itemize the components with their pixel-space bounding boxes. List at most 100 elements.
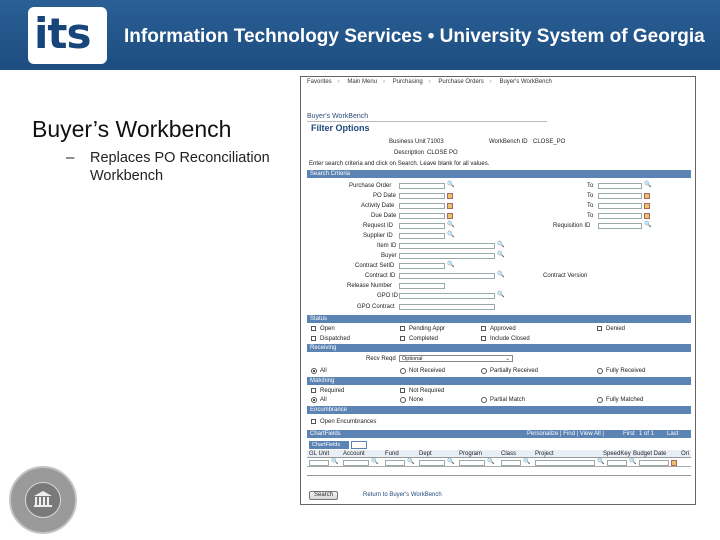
- due-date-to-input[interactable]: [598, 213, 642, 219]
- calendar-icon[interactable]: [644, 203, 650, 209]
- breadcrumb-item[interactable]: Favorites: [307, 79, 332, 85]
- buyer-input[interactable]: [399, 253, 495, 259]
- lookup-icon[interactable]: 🔍: [629, 459, 636, 465]
- calendar-icon[interactable]: [447, 203, 453, 209]
- approved-checkbox[interactable]: [481, 326, 486, 331]
- status-dispatched-label: Dispatched: [320, 336, 351, 342]
- gpo-contract-input[interactable]: [399, 304, 495, 310]
- budget-date-input[interactable]: [639, 460, 669, 466]
- grid-scrollbar[interactable]: [307, 475, 691, 476]
- tab-extra[interactable]: [351, 441, 367, 449]
- account-input[interactable]: [343, 460, 369, 466]
- open-checkbox[interactable]: [311, 326, 316, 331]
- calendar-icon[interactable]: [644, 193, 650, 199]
- partially-received-radio[interactable]: [481, 368, 487, 374]
- fully-received-radio[interactable]: [597, 368, 603, 374]
- chartfields-nav-links[interactable]: Personalize | Find | View All |: [527, 430, 604, 438]
- tab-chartfields[interactable]: ChartFields: [309, 441, 349, 449]
- fully-matched-label: Fully Matched: [606, 397, 644, 403]
- open-encumbrances-label: Open Encumbrances: [320, 419, 377, 425]
- lookup-icon[interactable]: 🔍: [371, 459, 378, 465]
- gl-unit-input[interactable]: [309, 460, 329, 466]
- receiving-bar[interactable]: Receiving: [307, 344, 691, 352]
- completed-checkbox[interactable]: [400, 336, 405, 341]
- return-link[interactable]: Return to Buyer's WorkBench: [363, 492, 442, 498]
- matching-bar[interactable]: Matching: [307, 377, 691, 385]
- lookup-icon[interactable]: 🔍: [497, 272, 504, 278]
- last-link[interactable]: Last: [667, 430, 678, 438]
- program-input[interactable]: [459, 460, 485, 466]
- lookup-icon[interactable]: 🔍: [447, 222, 454, 228]
- matching-none-radio[interactable]: [400, 397, 406, 403]
- gpo-id-input[interactable]: [399, 293, 495, 299]
- to-label: To: [587, 203, 594, 209]
- lookup-icon[interactable]: 🔍: [644, 222, 651, 228]
- dispatched-checkbox[interactable]: [311, 336, 316, 341]
- lookup-icon[interactable]: 🔍: [447, 182, 454, 188]
- lookup-icon[interactable]: 🔍: [331, 459, 338, 465]
- po-date-input[interactable]: [399, 193, 445, 199]
- po-date-label: PO Date: [373, 193, 397, 199]
- fund-input[interactable]: [385, 460, 405, 466]
- activity-date-to-input[interactable]: [598, 203, 642, 209]
- pending-appr-checkbox[interactable]: [400, 326, 405, 331]
- status-bar[interactable]: Status: [307, 315, 691, 323]
- first-link[interactable]: First: [623, 430, 635, 438]
- lookup-icon[interactable]: 🔍: [497, 242, 504, 248]
- lookup-icon[interactable]: 🔍: [447, 262, 454, 268]
- speedkey-input[interactable]: [607, 460, 627, 466]
- activity-date-input[interactable]: [399, 203, 445, 209]
- po-date-to-input[interactable]: [598, 193, 642, 199]
- breadcrumb-item[interactable]: Main Menu: [347, 79, 377, 85]
- calendar-icon[interactable]: [447, 193, 453, 199]
- recv-reqd-select[interactable]: Optional ⌄: [399, 355, 513, 362]
- calendar-icon[interactable]: [671, 460, 677, 466]
- lookup-icon[interactable]: 🔍: [497, 292, 504, 298]
- match-not-required-checkbox[interactable]: [400, 388, 405, 393]
- buyer-label: Buyer: [381, 253, 397, 259]
- chartfields-bar[interactable]: ChartFields Personalize | Find | View Al…: [307, 430, 691, 438]
- calendar-icon[interactable]: [644, 213, 650, 219]
- contract-id-input[interactable]: [399, 273, 495, 279]
- item-id-input[interactable]: [399, 243, 495, 249]
- matching-all-radio[interactable]: [311, 397, 317, 403]
- chevron-down-icon: ⌄: [505, 356, 510, 362]
- lookup-icon[interactable]: 🔍: [407, 459, 414, 465]
- due-date-input[interactable]: [399, 213, 445, 219]
- lookup-icon[interactable]: 🔍: [523, 459, 530, 465]
- encumbrance-bar[interactable]: Encumbrance: [307, 406, 691, 414]
- supplier-id-input[interactable]: [399, 233, 445, 239]
- lookup-icon[interactable]: 🔍: [487, 459, 494, 465]
- dept-input[interactable]: [419, 460, 445, 466]
- lookup-icon[interactable]: 🔍: [497, 252, 504, 258]
- to-label: To: [587, 193, 594, 199]
- not-received-radio[interactable]: [400, 368, 406, 374]
- breadcrumb-item[interactable]: Buyer's WorkBench: [499, 79, 551, 85]
- partial-match-radio[interactable]: [481, 397, 487, 403]
- breadcrumb-item[interactable]: Purchasing: [393, 79, 423, 85]
- denied-checkbox[interactable]: [597, 326, 602, 331]
- fully-matched-radio[interactable]: [597, 397, 603, 403]
- include-closed-checkbox[interactable]: [481, 336, 486, 341]
- lookup-icon[interactable]: 🔍: [447, 459, 454, 465]
- contract-setid-input[interactable]: [399, 263, 445, 269]
- class-input[interactable]: [501, 460, 521, 466]
- search-criteria-bar[interactable]: Search Criteria: [307, 170, 691, 178]
- purchase-order-input[interactable]: [399, 183, 445, 189]
- open-encumbrances-checkbox[interactable]: [311, 419, 316, 424]
- breadcrumb-item[interactable]: Purchase Orders: [438, 79, 483, 85]
- lookup-icon[interactable]: 🔍: [644, 182, 651, 188]
- match-required-checkbox[interactable]: [311, 388, 316, 393]
- lookup-icon[interactable]: 🔍: [447, 232, 454, 238]
- search-button[interactable]: Search: [309, 491, 339, 500]
- receiving-all-radio[interactable]: [311, 368, 317, 374]
- request-id-input[interactable]: [399, 223, 445, 229]
- lookup-icon[interactable]: 🔍: [597, 459, 604, 465]
- purchase-order-to-input[interactable]: [598, 183, 642, 189]
- project-input[interactable]: [535, 460, 595, 466]
- requisition-id-input[interactable]: [598, 223, 642, 229]
- col-gl-unit: GL Unit: [309, 451, 330, 457]
- release-number-input[interactable]: [399, 283, 445, 289]
- calendar-icon[interactable]: [447, 213, 453, 219]
- instructions-text: Enter search criteria and click on Searc…: [309, 161, 490, 167]
